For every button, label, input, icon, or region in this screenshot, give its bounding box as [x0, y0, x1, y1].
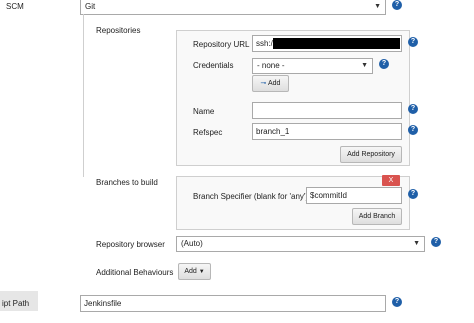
script-path-value: Jenkinsfile	[84, 299, 122, 308]
key-icon: ⊸	[260, 80, 267, 87]
script-path-label: ipt Path	[2, 299, 30, 308]
repositories-label: Repositories	[96, 26, 141, 35]
chevron-down-icon: ▼	[374, 3, 381, 10]
chevron-down-icon: ▼	[413, 240, 420, 247]
add-behaviour-label: Add	[184, 268, 197, 275]
repository-browser-select[interactable]: (Auto) ▼	[176, 236, 425, 252]
name-field[interactable]	[252, 102, 402, 119]
scm-select-value: Git	[85, 2, 96, 11]
repository-browser-value: (Auto)	[181, 239, 203, 248]
branch-specifier-value: $commitId	[310, 191, 347, 200]
scm-select[interactable]: Git ▼	[80, 0, 386, 15]
delete-branch-button[interactable]: X	[382, 175, 400, 186]
credentials-select[interactable]: - none - ▼	[252, 58, 373, 74]
chevron-down-icon: ▼	[361, 62, 368, 69]
script-path-help-icon[interactable]: ?	[392, 297, 402, 307]
repository-url-label: Repository URL	[193, 40, 250, 49]
add-repository-button[interactable]: Add Repository	[340, 146, 402, 163]
refspec-field[interactable]: branch_1	[252, 123, 402, 140]
name-label: Name	[193, 107, 215, 116]
branch-specifier-field[interactable]: $commitId	[306, 187, 402, 204]
credentials-label: Credentials	[193, 61, 234, 70]
refspec-label: Refspec	[193, 128, 223, 137]
name-help-icon[interactable]: ?	[408, 104, 418, 114]
redaction-bar	[273, 38, 400, 49]
repository-browser-label: Repository browser	[96, 240, 165, 249]
add-credentials-label: Add	[267, 80, 281, 87]
branch-specifier-help-icon[interactable]: ?	[408, 189, 418, 199]
repository-url-help-icon[interactable]: ?	[408, 37, 418, 47]
repository-browser-help-icon[interactable]: ?	[431, 237, 441, 247]
add-behaviour-button[interactable]: Add ▼	[178, 263, 211, 280]
refspec-help-icon[interactable]: ?	[408, 125, 418, 135]
branch-specifier-label: Branch Specifier (blank for 'any')	[193, 192, 309, 201]
scm-help-icon[interactable]: ?	[392, 0, 402, 10]
scm-label: SCM	[6, 2, 24, 11]
branches-label: Branches to build	[96, 178, 158, 187]
credentials-select-value: - none -	[257, 61, 285, 70]
add-credentials-button[interactable]: ⊸ Add	[252, 75, 289, 92]
script-path-field[interactable]: Jenkinsfile	[80, 295, 386, 312]
credentials-help-icon[interactable]: ?	[379, 59, 389, 69]
refspec-value: branch_1	[256, 127, 290, 136]
additional-behaviours-label: Additional Behaviours	[96, 268, 174, 277]
chevron-down-icon: ▼	[198, 269, 205, 275]
add-branch-button[interactable]: Add Branch	[352, 208, 402, 225]
